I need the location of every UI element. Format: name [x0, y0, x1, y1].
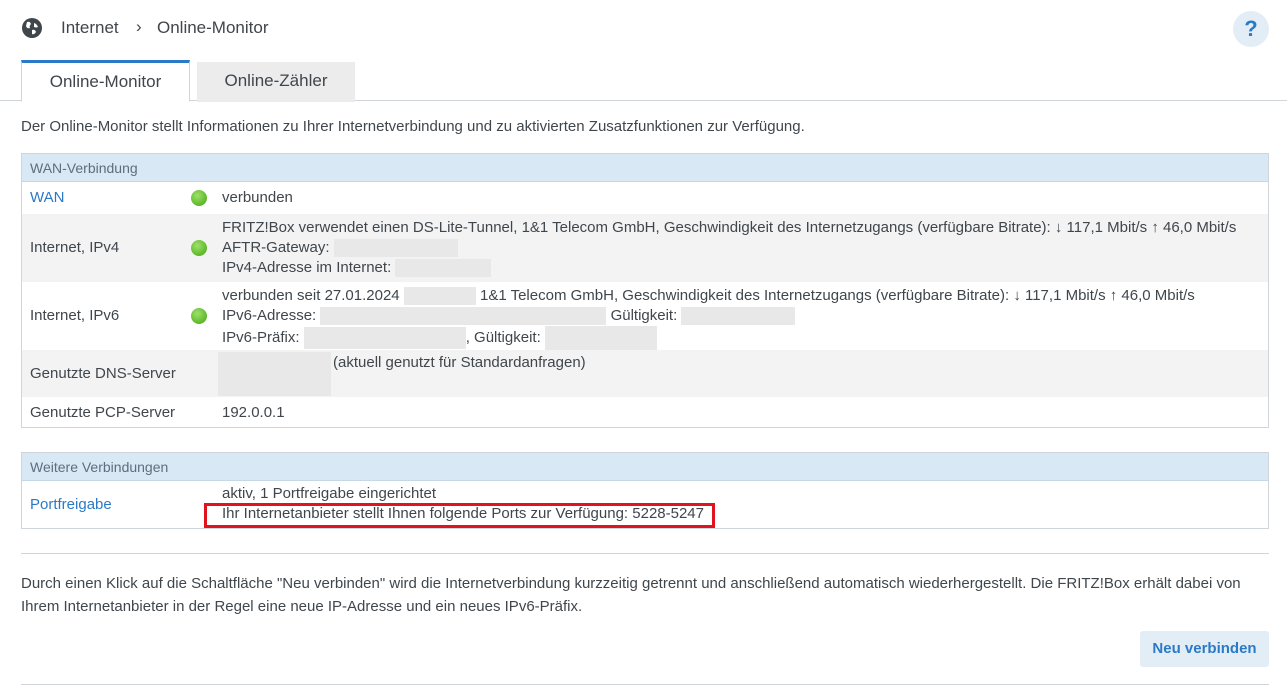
ipv6-address-line: IPv6-Adresse: Gültigkeit:: [222, 306, 1195, 326]
wan-connection-heading: WAN-Verbindung: [22, 154, 1268, 182]
pcp-label: Genutzte PCP-Server: [30, 404, 176, 421]
breadcrumb-current-page: Online-Monitor: [157, 18, 269, 37]
ipv4-info-line: FRITZ!Box verwendet einen DS-Lite-Tunnel…: [222, 219, 1237, 236]
more-connections-heading: Weitere Verbindungen: [22, 453, 1268, 481]
dns-label: Genutzte DNS-Server: [30, 365, 176, 382]
aftr-gateway-label: AFTR-Gateway:: [222, 239, 330, 256]
dns-note: (aktuell genutzt für Standardanfragen): [333, 354, 586, 371]
wan-status-text: verbunden: [222, 189, 293, 206]
ipv6-connected-time-redacted: [403, 287, 476, 306]
dns-row: Genutzte DNS-Server (aktuell genutzt für…: [22, 350, 1268, 397]
breadcrumb-separator-icon: ›: [136, 17, 142, 36]
ipv6-info-line: verbunden seit 27.01.2024 1&1 Telecom Gm…: [222, 286, 1195, 306]
ipv6-prefix-label: IPv6-Präfix:: [222, 328, 300, 346]
ipv4-row: Internet, IPv4 FRITZ!Box verwendet einen…: [22, 214, 1268, 282]
bottom-divider: [21, 684, 1269, 685]
aftr-gateway-line: AFTR-Gateway:: [222, 238, 1236, 258]
ipv4-status-led-icon: [191, 240, 207, 256]
wan-link[interactable]: WAN: [30, 189, 64, 206]
ipv4-address-line: IPv4-Adresse im Internet:: [222, 258, 1236, 278]
ipv6-details: verbunden seit 27.01.2024 1&1 Telecom Gm…: [222, 286, 1195, 350]
ipv4-label: Internet, IPv4: [30, 239, 120, 256]
tab-online-zaehler[interactable]: Online-Zähler: [197, 62, 355, 102]
ipv4-address-label: IPv4-Adresse im Internet:: [222, 259, 392, 276]
aftr-gateway-redacted: [333, 239, 458, 258]
ipv6-provider-info: 1&1 Telecom GmbH, Geschwindigkeit des In…: [480, 287, 1195, 304]
ipv6-row: Internet, IPv6 verbunden seit 27.01.2024…: [22, 282, 1268, 350]
ipv6-address-redacted: [320, 307, 607, 326]
ipv6-valid-redacted: [681, 307, 796, 326]
portfreigabe-status: aktiv, 1 Portfreigabe eingerichtet: [222, 485, 437, 502]
ipv6-prefix-redacted: [303, 327, 466, 349]
divider: [21, 553, 1269, 554]
ipv6-address-label: IPv6-Adresse:: [222, 307, 317, 324]
pcp-row: Genutzte PCP-Server 192.0.0.1: [22, 397, 1268, 428]
ipv6-prefix-valid-label: , Gültigkeit:: [465, 328, 541, 346]
portfreigabe-link[interactable]: Portfreigabe: [30, 496, 112, 513]
reconnect-button[interactable]: Neu verbinden: [1140, 631, 1269, 667]
dns-server-redacted: [218, 352, 331, 396]
ipv6-prefix-valid-redacted: [544, 326, 657, 350]
tab-online-monitor[interactable]: Online-Monitor: [21, 60, 190, 102]
ipv4-address-redacted: [395, 259, 492, 278]
reconnect-note: Durch einen Klick auf die Schaltfläche "…: [21, 575, 1241, 615]
ipv6-label: Internet, IPv6: [30, 307, 120, 324]
ipv6-valid-label: Gültigkeit:: [610, 307, 678, 324]
page-header: Internet › Online-Monitor ?: [0, 0, 1287, 58]
ipv6-prefix-line: IPv6-Präfix: , Gültigkeit:: [222, 326, 1195, 350]
ipv6-connected-since: verbunden seit 27.01.2024: [222, 287, 400, 304]
breadcrumb-internet[interactable]: Internet: [61, 18, 119, 38]
wan-row: WAN verbunden: [22, 182, 1268, 214]
ipv6-status-led-icon: [191, 308, 207, 324]
online-monitor-page: Internet › Online-Monitor ? Online-Monit…: [0, 0, 1287, 689]
red-highlight-box: [204, 503, 715, 528]
tab-bar: Online-Monitor Online-Zähler: [0, 60, 1287, 102]
pcp-value: 192.0.0.1: [222, 404, 285, 421]
wan-status-led-icon: [191, 190, 207, 206]
wan-connection-box: WAN-Verbindung WAN verbunden Internet, I…: [21, 153, 1269, 428]
globe-icon: [22, 18, 42, 38]
help-button[interactable]: ?: [1233, 11, 1269, 47]
ipv4-details: FRITZ!Box verwendet einen DS-Lite-Tunnel…: [222, 218, 1236, 278]
intro-text: Der Online-Monitor stellt Informationen …: [21, 118, 805, 135]
